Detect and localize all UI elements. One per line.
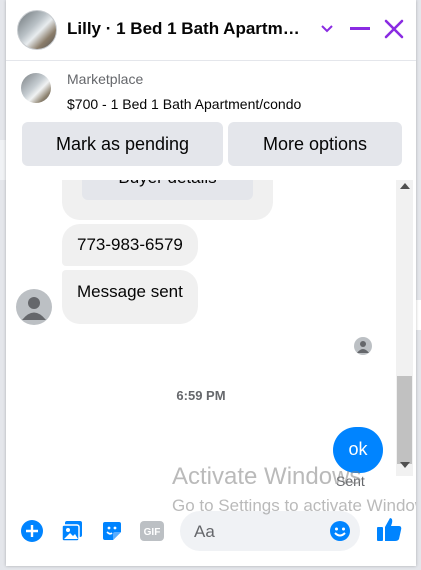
photo-icon[interactable] bbox=[59, 518, 85, 544]
marketplace-listing-card: Marketplace $700 - 1 Bed 1 Bath Apartmen… bbox=[6, 61, 416, 179]
add-icon[interactable] bbox=[19, 518, 45, 544]
emoji-icon[interactable] bbox=[327, 518, 353, 544]
scroll-thumb[interactable] bbox=[397, 376, 412, 464]
gif-icon[interactable]: GIF bbox=[139, 518, 165, 544]
buyer-details-button[interactable]: Buyer details bbox=[82, 180, 253, 200]
close-icon[interactable] bbox=[379, 14, 409, 44]
like-icon[interactable] bbox=[374, 514, 404, 544]
message-sent-bubble: Message sent bbox=[62, 270, 198, 324]
mark-as-pending-button[interactable]: Mark as pending bbox=[22, 122, 223, 166]
outgoing-message-bubble: ok bbox=[333, 427, 383, 473]
background-window-edge-right bbox=[416, 300, 421, 330]
listing-thumbnail[interactable] bbox=[21, 73, 51, 103]
message-input-container bbox=[180, 511, 360, 551]
sticker-icon[interactable] bbox=[99, 518, 125, 544]
buyer-details-card: Buyer details bbox=[62, 180, 273, 220]
conversation-avatar[interactable] bbox=[17, 10, 57, 50]
phone-number-message: 773-983-6579 bbox=[62, 224, 198, 266]
sent-status: Sent bbox=[336, 473, 365, 489]
listing-title[interactable]: $700 - 1 Bed 1 Bath Apartment/condo bbox=[67, 96, 301, 112]
svg-text:GIF: GIF bbox=[144, 527, 161, 538]
message-composer: GIF bbox=[6, 508, 416, 566]
scroll-down-arrow[interactable] bbox=[400, 462, 410, 468]
chevron-down-icon[interactable] bbox=[312, 14, 342, 44]
chat-header: Lilly · 1 Bed 1 Bath Apartm… bbox=[6, 0, 416, 61]
listing-source: Marketplace bbox=[67, 71, 144, 87]
chat-window: Lilly · 1 Bed 1 Bath Apartm… Marketplace… bbox=[6, 0, 416, 566]
thread-scrollbar[interactable] bbox=[396, 180, 413, 476]
seen-by-avatar bbox=[354, 337, 372, 355]
minimize-icon[interactable] bbox=[345, 14, 375, 44]
conversation-title[interactable]: Lilly · 1 Bed 1 Bath Apartm… bbox=[67, 19, 307, 39]
message-timestamp: 6:59 PM bbox=[176, 388, 226, 403]
scroll-up-arrow[interactable] bbox=[400, 183, 410, 189]
more-options-button[interactable]: More options bbox=[228, 122, 402, 166]
sender-avatar[interactable] bbox=[16, 289, 52, 325]
message-thread: Buyer details 773-983-6579 Message sent … bbox=[6, 180, 396, 506]
message-input[interactable] bbox=[192, 519, 326, 545]
